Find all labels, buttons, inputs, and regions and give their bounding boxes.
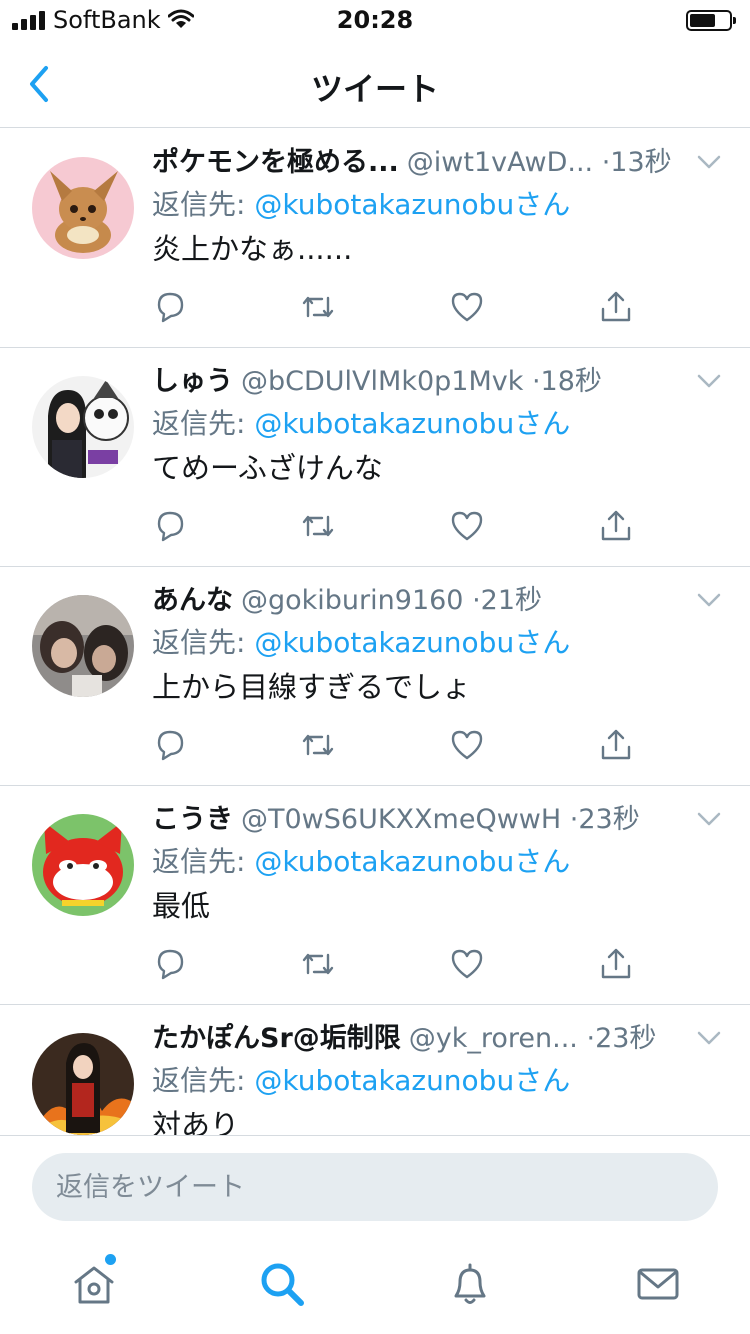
- eevee-avatar[interactable]: [32, 157, 134, 259]
- reply-to-link[interactable]: @kubotakazunobuさん: [254, 626, 570, 659]
- display-name[interactable]: ポケモンを極める...: [152, 147, 399, 178]
- reply-icon[interactable]: [152, 946, 188, 982]
- reply-icon[interactable]: [152, 289, 188, 325]
- tweet-header: しゅう @bCDUlVlMk0p1Mvk ·18秒: [152, 362, 692, 402]
- chevron-down-icon[interactable]: [696, 1029, 722, 1047]
- like-heart-icon[interactable]: [449, 289, 485, 325]
- reply-input[interactable]: [32, 1153, 718, 1221]
- tweet-item[interactable]: しゅう @bCDUlVlMk0p1Mvk ·18秒 返信先: @kubotakaz…: [0, 348, 750, 567]
- tweet-time: ·23秒: [569, 804, 640, 835]
- tweet-actions: [152, 946, 652, 982]
- share-icon[interactable]: [598, 946, 634, 982]
- like-heart-icon[interactable]: [449, 727, 485, 763]
- tweet-text: 最低: [152, 889, 211, 923]
- reply-icon[interactable]: [152, 508, 188, 544]
- status-bar: SoftBank 20:28: [0, 0, 750, 40]
- envelope-icon[interactable]: [634, 1260, 682, 1308]
- reply-to-link[interactable]: @kubotakazunobuさん: [254, 1064, 570, 1097]
- reply-to-line: 返信先: @kubotakazunobuさん: [152, 842, 570, 882]
- display-name[interactable]: たかぽんSr@垢制限: [152, 1023, 401, 1054]
- retweet-icon[interactable]: [300, 727, 336, 763]
- page-title: ツイート: [310, 70, 439, 108]
- tweet-time: ·18秒: [531, 366, 602, 397]
- reply-composer-bar: [0, 1135, 750, 1235]
- battery-icon: [686, 10, 736, 31]
- reply-to-line: 返信先: @kubotakazunobuさん: [152, 623, 570, 663]
- tweet-text: 対あり: [152, 1108, 240, 1135]
- tweet-header: たかぽんSr@垢制限 @yk_roren... ·23秒: [152, 1019, 692, 1059]
- share-icon[interactable]: [598, 289, 634, 325]
- bell-icon[interactable]: [446, 1260, 494, 1308]
- status-time: 20:28: [336, 6, 414, 34]
- fire-warrior-avatar[interactable]: [32, 1033, 134, 1135]
- tweet-actions: [152, 727, 652, 763]
- retweet-icon[interactable]: [300, 289, 336, 325]
- reply-to-link[interactable]: @kubotakazunobuさん: [254, 188, 570, 221]
- anime-girl-avatar[interactable]: [32, 376, 134, 478]
- display-name[interactable]: しゅう: [152, 366, 233, 397]
- home-icon[interactable]: [70, 1260, 118, 1308]
- tweet-text: 上から目線すぎるでしょ: [152, 670, 472, 704]
- share-icon[interactable]: [598, 508, 634, 544]
- navigation-bar: ツイート: [0, 40, 750, 128]
- retweet-icon[interactable]: [300, 946, 336, 982]
- tweet-actions: [152, 508, 652, 544]
- tweet-text: 炎上かなぁ......: [152, 232, 353, 266]
- display-name[interactable]: あんな: [152, 585, 233, 616]
- tweet-header: ポケモンを極める... @iwt1vAwD... ·13秒: [152, 143, 692, 183]
- share-icon[interactable]: [598, 727, 634, 763]
- chevron-down-icon[interactable]: [696, 810, 722, 828]
- user-handle: @yk_roren...: [408, 1023, 578, 1054]
- reply-to-link[interactable]: @kubotakazunobuさん: [254, 407, 570, 440]
- tweet-item[interactable]: こうき @T0wS6UKXXmeQwwH ·23秒 返信先: @kubotakaz…: [0, 786, 750, 1005]
- reply-to-line: 返信先: @kubotakazunobuさん: [152, 1061, 570, 1101]
- chevron-down-icon[interactable]: [696, 153, 722, 171]
- reply-to-line: 返信先: @kubotakazunobuさん: [152, 404, 570, 444]
- user-handle: @gokiburin9160: [241, 585, 464, 616]
- tab-bar: [0, 1236, 750, 1334]
- tweet-time: ·23秒: [586, 1023, 657, 1054]
- reply-to-line: 返信先: @kubotakazunobuさん: [152, 185, 570, 225]
- tweet-item[interactable]: あんな @gokiburin9160 ·21秒 返信先: @kubotakazun…: [0, 567, 750, 786]
- display-name[interactable]: こうき: [152, 804, 233, 835]
- reply-label: 返信先:: [152, 1064, 246, 1097]
- reply-label: 返信先:: [152, 626, 246, 659]
- reply-to-link[interactable]: @kubotakazunobuさん: [254, 845, 570, 878]
- user-handle: @T0wS6UKXXmeQwwH: [241, 804, 562, 835]
- tweet-header: こうき @T0wS6UKXXmeQwwH ·23秒: [152, 800, 692, 840]
- jibanyan-avatar[interactable]: [32, 814, 134, 916]
- user-handle: @bCDUlVlMk0p1Mvk: [241, 366, 524, 397]
- retweet-icon[interactable]: [300, 508, 336, 544]
- tweet-time: ·13秒: [601, 147, 672, 178]
- tweet-text: てめーふざけんな: [152, 451, 383, 485]
- reply-list[interactable]: ポケモンを極める... @iwt1vAwD... ·13秒 返信先: @kubot…: [0, 129, 750, 1135]
- chevron-down-icon[interactable]: [696, 591, 722, 609]
- reply-label: 返信先:: [152, 188, 246, 221]
- reply-label: 返信先:: [152, 845, 246, 878]
- like-heart-icon[interactable]: [449, 508, 485, 544]
- reply-icon[interactable]: [152, 727, 188, 763]
- search-icon[interactable]: [258, 1260, 306, 1308]
- chevron-down-icon[interactable]: [696, 372, 722, 390]
- tweet-item[interactable]: ポケモンを極める... @iwt1vAwD... ·13秒 返信先: @kubot…: [0, 129, 750, 348]
- like-heart-icon[interactable]: [449, 946, 485, 982]
- tweet-header: あんな @gokiburin9160 ·21秒: [152, 581, 692, 621]
- new-content-indicator: [105, 1254, 116, 1265]
- tweet-item[interactable]: たかぽんSr@垢制限 @yk_roren... ·23秒 返信先: @kubota…: [0, 1005, 750, 1135]
- tweet-actions: [152, 289, 652, 325]
- tweet-time: ·21秒: [472, 585, 543, 616]
- photo-avatar[interactable]: [32, 595, 134, 697]
- reply-label: 返信先:: [152, 407, 246, 440]
- user-handle: @iwt1vAwD...: [406, 147, 594, 178]
